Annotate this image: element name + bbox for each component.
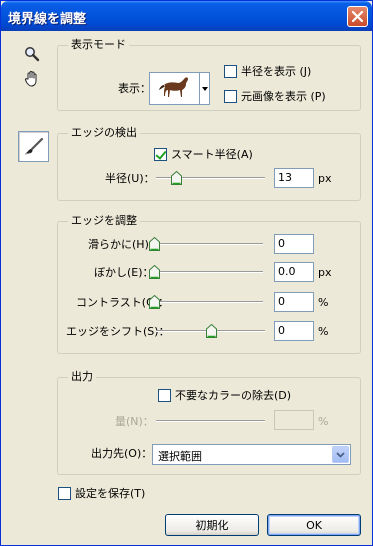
output-to-value: 選択範囲 xyxy=(158,450,202,463)
refine-radius-tool-button[interactable] xyxy=(18,131,49,162)
edge-detection-group-label: エッジの検出 xyxy=(68,126,140,140)
feather-input[interactable]: 0.0 xyxy=(274,262,314,282)
feather-label: ぼかし(E)： xyxy=(94,266,154,279)
feather-slider-thumb[interactable] xyxy=(149,264,160,279)
horse-thumbnail-icon xyxy=(159,77,188,97)
shift-edge-unit: % xyxy=(318,325,329,338)
smooth-slider-thumb[interactable] xyxy=(149,236,160,251)
amount-slider-track xyxy=(156,420,265,422)
amount-slider xyxy=(156,414,265,428)
view-mode-dropdown-button[interactable] xyxy=(200,72,210,105)
contrast-input[interactable]: 0 xyxy=(274,292,314,312)
chevron-down-icon xyxy=(336,451,345,458)
remember-settings-checkbox[interactable] xyxy=(58,487,71,500)
ok-button[interactable]: OK xyxy=(267,514,361,536)
adjust-edge-group-label: エッジを調整 xyxy=(68,214,140,228)
title-bar[interactable]: 境界線を調整 xyxy=(1,1,372,31)
view-label: 表示： xyxy=(118,82,151,95)
output-group-label: 出力 xyxy=(68,370,96,384)
brush-icon xyxy=(24,137,43,154)
close-icon xyxy=(352,11,363,22)
ok-button-label: OK xyxy=(306,518,322,532)
shift-edge-slider[interactable] xyxy=(156,323,265,338)
caret-down-icon xyxy=(201,86,208,91)
shift-edge-label: エッジをシフト(S)： xyxy=(66,325,170,338)
reset-button[interactable]: 初期化 xyxy=(165,514,259,536)
radius-label: 半径(U)： xyxy=(105,172,155,185)
show-radius-label[interactable]: 半径を表示 (J) xyxy=(241,65,311,79)
contrast-unit: % xyxy=(318,296,329,309)
feather-slider[interactable] xyxy=(149,264,263,279)
output-to-dropdown-button[interactable] xyxy=(332,446,349,463)
view-mode-thumbnail[interactable] xyxy=(149,72,200,105)
contrast-slider-track xyxy=(154,301,263,303)
edge-detection-group: エッジの検出 xyxy=(57,126,361,201)
view-mode-group-label: 表示モード xyxy=(68,38,129,52)
output-to-select[interactable]: 選択範囲 xyxy=(152,444,351,465)
amount-input xyxy=(274,410,314,430)
decontaminate-checkbox[interactable] xyxy=(158,389,171,402)
zoom-tool-icon[interactable] xyxy=(22,45,42,63)
radius-input[interactable]: 13 xyxy=(274,168,314,188)
remember-settings-label[interactable]: 設定を保存(T) xyxy=(75,487,145,501)
show-original-label[interactable]: 元画像を表示 (P) xyxy=(241,90,326,104)
window-title: 境界線を調整 xyxy=(8,12,87,27)
close-button[interactable] xyxy=(347,6,368,27)
smooth-slider[interactable] xyxy=(149,236,263,251)
radius-slider[interactable] xyxy=(156,170,265,185)
shift-edge-input[interactable]: 0 xyxy=(274,321,314,341)
amount-label: 量(N)： xyxy=(115,415,154,428)
smooth-input[interactable]: 0 xyxy=(274,234,314,254)
refine-edge-dialog: 境界線を調整 表示モード 表示： 半径を表示 (J) 元画像を表示 (P) エッ… xyxy=(0,0,373,546)
show-radius-checkbox[interactable] xyxy=(224,65,237,78)
shift-edge-slider-thumb[interactable] xyxy=(205,323,217,338)
output-to-label: 出力先(O)： xyxy=(91,447,153,460)
smart-radius-checkbox[interactable] xyxy=(154,148,167,161)
smart-radius-label[interactable]: スマート半径(A) xyxy=(171,148,253,162)
hand-tool-icon[interactable] xyxy=(22,69,42,89)
contrast-slider-thumb[interactable] xyxy=(149,294,160,309)
feather-slider-track xyxy=(154,271,263,273)
radius-unit: px xyxy=(318,172,332,185)
contrast-slider[interactable] xyxy=(149,294,263,309)
radius-slider-thumb[interactable] xyxy=(170,170,182,185)
amount-unit: % xyxy=(318,415,329,428)
decontaminate-label[interactable]: 不要なカラーの除去(D) xyxy=(175,389,291,403)
smooth-slider-track xyxy=(154,243,263,245)
dialog-body: 表示モード 表示： 半径を表示 (J) 元画像を表示 (P) エッジの検出 スマ… xyxy=(4,31,369,543)
reset-button-label: 初期化 xyxy=(195,519,229,532)
feather-unit: px xyxy=(318,266,332,279)
show-original-checkbox[interactable] xyxy=(224,90,237,103)
